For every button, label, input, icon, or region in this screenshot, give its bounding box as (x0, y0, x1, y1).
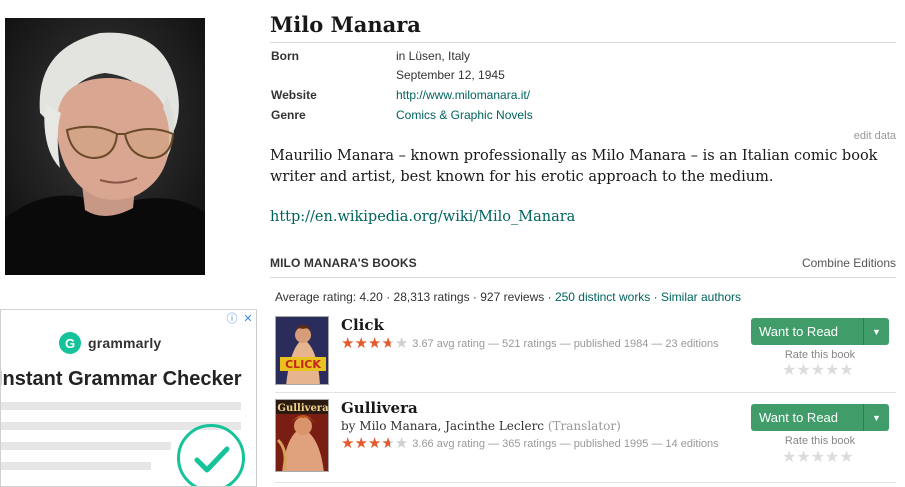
grammarly-logo-icon: G (59, 332, 81, 354)
ad-close-icon[interactable]: ✕ (240, 310, 256, 326)
book-cover[interactable]: Gullivera (275, 399, 329, 472)
divider (275, 482, 896, 483)
author-photo (5, 18, 205, 275)
books-heading: MILO MANARA'S BOOKS (270, 256, 417, 270)
star-icon: ★ (354, 335, 368, 352)
star-icon: ★ (367, 435, 382, 452)
book-cover[interactable]: CLICK (275, 316, 329, 385)
shelf-dropdown-icon[interactable]: ▼ (863, 318, 889, 345)
rating-stars: ★ ★ ★ ★ ★ (341, 336, 408, 351)
rate-star-icon[interactable]: ★ (796, 450, 810, 466)
rate-stars[interactable]: ★ ★ ★ ★ ★ (782, 363, 854, 379)
want-to-read-label[interactable]: Want to Read (751, 318, 863, 345)
born-label: Born (271, 49, 299, 63)
book-title[interactable]: Gullivera (341, 399, 418, 417)
rate-star-icon[interactable]: ★ (811, 363, 825, 379)
ad-headline: Instant Grammar Checker (0, 368, 242, 390)
star-icon: ★ (354, 435, 368, 452)
ad-info-icon[interactable]: ⓘ (224, 310, 240, 326)
translator-role: (Translator) (547, 419, 621, 433)
born-date: September 12, 1945 (396, 68, 505, 82)
book-rating: ★ ★ ★ ★ ★ 3.67 avg rating — 521 ratings — pu… (341, 336, 719, 351)
born-place: in Lüsen, Italy (396, 49, 471, 63)
distinct-works-link[interactable]: 250 distinct works (555, 290, 650, 304)
edit-data-link[interactable]: edit data (854, 130, 896, 142)
rate-star-icon[interactable]: ★ (811, 450, 825, 466)
divider (270, 277, 896, 278)
rating-stars: ★ ★ ★ ★ ★ (341, 436, 408, 451)
author-bio: Maurilio Manara – known professionally a… (270, 148, 878, 185)
star-icon: ★ (341, 335, 355, 352)
star-icon: ★ (381, 435, 395, 452)
rate-stars[interactable]: ★ ★ ★ ★ ★ (782, 450, 854, 466)
star-icon: ★ (394, 435, 409, 452)
stats-text: Average rating: 4.20 · 28,313 ratings · … (275, 290, 555, 304)
svg-text:Gullivera: Gullivera (277, 403, 329, 414)
rate-star-icon[interactable]: ★ (796, 363, 810, 379)
rate-star-icon[interactable]: ★ (839, 450, 853, 466)
svg-text:CLICK: CLICK (285, 358, 321, 371)
ad-logo: G grammarly (59, 332, 161, 354)
rate-star-icon[interactable]: ★ (839, 363, 853, 379)
shelf-dropdown-icon[interactable]: ▼ (863, 404, 889, 431)
book-byline: by Milo Manara, Jacinthe Leclerc (Transl… (341, 419, 621, 433)
genre-label: Genre (271, 108, 306, 122)
star-icon: ★ (381, 335, 395, 352)
checkmark-icon (177, 424, 245, 486)
rating-text: 3.66 avg rating — 365 ratings — publishe… (412, 437, 719, 450)
wikipedia-link[interactable]: http://en.wikipedia.org/wiki/Milo_Manara (270, 209, 575, 225)
author-name: Milo Manara (270, 12, 421, 37)
star-icon: ★ (367, 335, 382, 352)
ad-brand-name: grammarly (88, 335, 162, 351)
website-label: Website (271, 88, 317, 102)
rating-text: 3.67 avg rating — 521 ratings — publishe… (412, 337, 719, 350)
want-to-read-button[interactable]: Want to Read ▼ (751, 318, 889, 345)
combine-editions-link[interactable]: Combine Editions (802, 256, 896, 270)
ad-controls: ⓘ ✕ (224, 310, 256, 326)
want-to-read-label[interactable]: Want to Read (751, 404, 863, 431)
book-title[interactable]: Click (341, 316, 384, 334)
stats-separator: · (650, 290, 661, 304)
divider (275, 392, 896, 393)
rate-star-icon[interactable]: ★ (825, 363, 839, 379)
rate-star-icon[interactable]: ★ (825, 450, 839, 466)
divider (270, 42, 896, 43)
want-to-read-button[interactable]: Want to Read ▼ (751, 404, 889, 431)
author-stats: Average rating: 4.20 · 28,313 ratings · … (275, 290, 741, 304)
genre-link[interactable]: Comics & Graphic Novels (396, 108, 533, 122)
rate-star-icon[interactable]: ★ (782, 363, 796, 379)
star-icon: ★ (394, 335, 409, 352)
book-authors[interactable]: by Milo Manara, Jacinthe Leclerc (341, 419, 544, 433)
book-rating: ★ ★ ★ ★ ★ 3.66 avg rating — 365 ratings — pu… (341, 436, 719, 451)
website-link[interactable]: http://www.milomanara.it/ (396, 88, 530, 102)
rate-star-icon[interactable]: ★ (782, 450, 796, 466)
rate-this-book-label: Rate this book (784, 435, 856, 447)
star-icon: ★ (341, 435, 355, 452)
rate-this-book-label: Rate this book (784, 349, 856, 361)
similar-authors-link[interactable]: Similar authors (661, 290, 741, 304)
grammarly-ad[interactable]: ⓘ ✕ G grammarly Instant Grammar Checker (0, 309, 257, 487)
